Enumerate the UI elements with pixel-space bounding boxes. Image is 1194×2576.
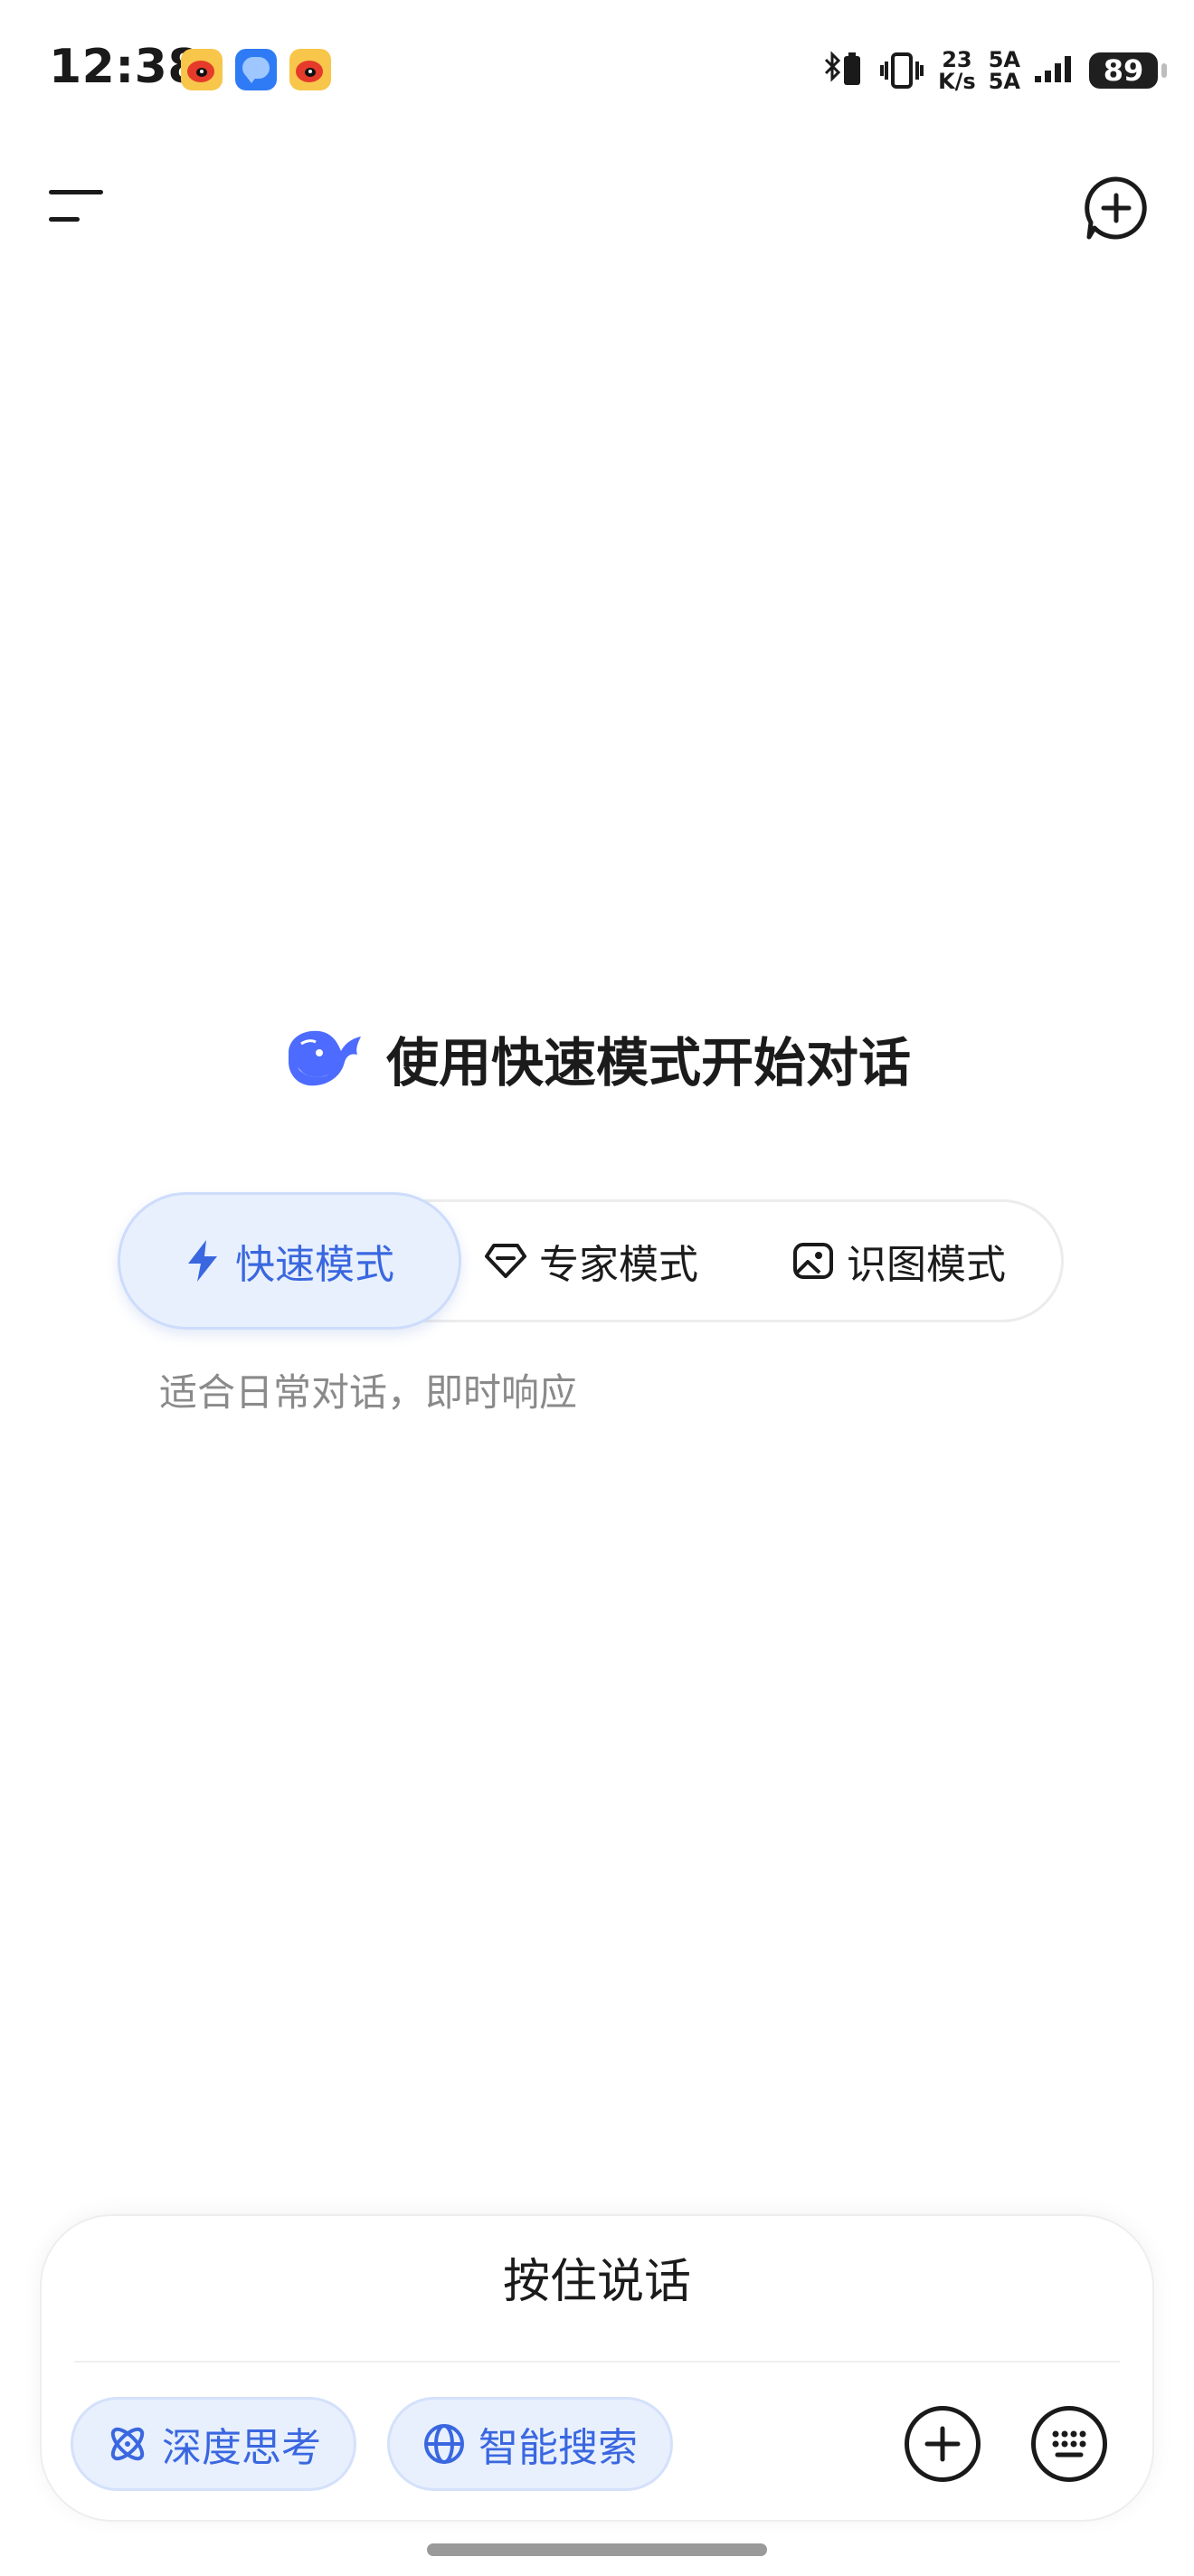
diamond-icon <box>485 1244 526 1278</box>
globe-icon <box>424 2424 464 2464</box>
bluetooth-battery-icon <box>825 51 861 85</box>
home-indicator[interactable] <box>427 2543 767 2556</box>
mode-expert-label: 专家模式 <box>539 1242 698 1288</box>
new-chat-button[interactable] <box>1082 174 1151 242</box>
mode-image-label: 识图模式 <box>847 1242 1006 1288</box>
hold-to-talk-button[interactable]: 按住说话 <box>0 2243 1194 2311</box>
composer-divider <box>74 2361 1120 2363</box>
smart-search-label: 智能搜索 <box>479 2425 638 2471</box>
mode-description: 适合日常对话，即时响应 <box>159 1370 578 1415</box>
deep-think-label: 深度思考 <box>162 2425 321 2471</box>
menu-button[interactable] <box>49 186 103 226</box>
battery-indicator: 89 <box>1089 52 1167 89</box>
status-bar: 12:38 23 K/s 5A 5A 89 <box>0 0 1194 136</box>
menu-icon <box>49 190 103 194</box>
hero: 使用快速模式开始对话 <box>0 1013 1194 1103</box>
net-speed: 23 K/s <box>938 49 976 92</box>
keyboard-icon <box>1052 2430 1086 2458</box>
signal-label-2: 5A <box>988 69 1020 94</box>
atom-icon <box>110 2427 145 2461</box>
message-icon <box>235 49 277 90</box>
vibrate-icon <box>880 52 924 89</box>
new-chat-icon <box>1085 176 1147 240</box>
mode-image[interactable]: 识图模式 <box>792 1208 1006 1313</box>
status-time: 12:38 <box>49 40 202 94</box>
signal-label-1: 5A <box>988 47 1020 72</box>
hero-title: 使用快速模式开始对话 <box>385 1032 911 1094</box>
plus-circle-icon <box>924 2426 961 2462</box>
smart-search-chip[interactable]: 智能搜索 <box>387 2397 673 2491</box>
signal-icon <box>1035 56 1071 82</box>
net-speed-value: 23 <box>942 47 972 72</box>
status-right: 23 K/s 5A 5A 89 <box>820 45 1167 96</box>
weibo-icon <box>289 49 331 90</box>
signal-labels: 5A 5A <box>989 49 1020 92</box>
image-icon <box>793 1243 833 1279</box>
deep-think-chip[interactable]: 深度思考 <box>71 2397 356 2491</box>
weibo-icon <box>181 49 223 90</box>
add-button[interactable] <box>905 2406 981 2482</box>
mode-fast-label: 快速模式 <box>235 1242 394 1288</box>
lightning-icon <box>188 1240 217 1282</box>
mode-expert[interactable]: 专家模式 <box>485 1208 698 1313</box>
whale-logo-icon <box>288 1030 361 1086</box>
net-speed-unit: K/s <box>938 69 976 94</box>
keyboard-button[interactable] <box>1031 2406 1107 2482</box>
mode-fast[interactable]: 快速模式 <box>118 1192 461 1330</box>
